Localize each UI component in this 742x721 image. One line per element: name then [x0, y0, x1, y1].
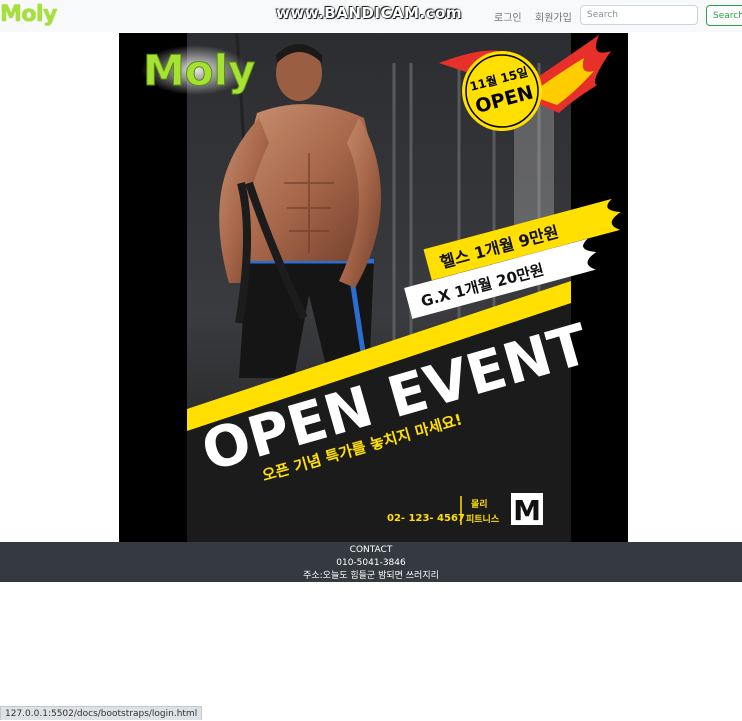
footer-phone: 010-5041-3846 — [336, 558, 406, 568]
search-button[interactable]: Search — [706, 5, 742, 26]
recorder-watermark: www.BANDICAM.com — [276, 4, 463, 22]
nav-link-login[interactable]: 로그인 — [494, 9, 522, 24]
poster-gym-name-line2: 피트니스 — [466, 513, 500, 525]
brand-logo[interactable]: Moly — [0, 2, 57, 27]
footer-title: CONTACT — [349, 545, 393, 555]
footer-address: 주소:오늘도 힘들군 밤되면 쓰러지리 — [303, 571, 439, 581]
footer: CONTACT 010-5041-3846 주소:오늘도 힘들군 밤되면 쓰러지… — [0, 542, 742, 582]
nav-link-signup[interactable]: 회원가입 — [535, 9, 572, 24]
search-input[interactable] — [580, 5, 698, 25]
browser-status-url: 127.0.0.1:5502/docs/bootstraps/login.htm… — [0, 706, 203, 720]
poster-logo-text: Moly — [143, 46, 255, 95]
svg-text:M: M — [513, 494, 541, 527]
event-poster: Moly 11월 15일 OPEN 헬스 1개월 9만원 G.X 1개월 20만… — [119, 33, 628, 542]
poster-gym-name-line1: 몰리 — [471, 498, 488, 510]
open-date-badge: 11월 15일 OPEN — [462, 51, 542, 131]
navbar: Moly www.BANDICAM.com 로그인 회원가입 Search — [0, 0, 742, 32]
poster-phone: 02- 123- 4567 — [387, 513, 465, 524]
